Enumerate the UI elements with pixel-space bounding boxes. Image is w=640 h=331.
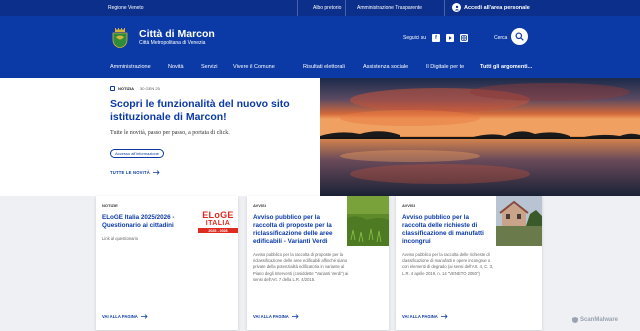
card-category: AVVISI [402,203,415,208]
card-body: Avviso pubblico per la raccolta di propo… [253,252,349,282]
card-more-label: VAI ALLA PAGINA [253,314,289,319]
search-button[interactable] [511,28,528,45]
coat-of-arms-icon[interactable] [112,28,128,49]
card-category: NOTIZIE [102,203,118,208]
eloge-logo-line3: 2025 - 2026 [198,228,238,233]
arrow-right-icon [153,170,160,175]
divider [297,0,298,16]
nav-item-amministrazione[interactable]: Amministrazione [110,64,151,70]
login-label: Accedi all'area personale [464,4,530,11]
card-body: Avviso pubblico per la raccolta delle ri… [402,252,494,276]
site-title[interactable]: Città di Marcon [139,28,215,40]
site-subtitle: Città Metropolitana di Venezia [139,40,206,46]
eloge-logo: ELoGE ITALIA 2025 - 2026 [198,210,238,233]
hero-meta: NOTIZIA 30 GEN 25 [110,86,160,91]
divider [444,0,445,16]
nav-item-vivere-il-comune[interactable]: Vivere il Comune [233,64,275,70]
eloge-logo-line1: ELoGE [202,210,234,220]
facebook-icon[interactable]: f [432,34,440,42]
news-card[interactable]: NOTIZIE ELoGE Italia 2025/2026 - Questio… [96,196,238,330]
all-news-link[interactable]: TUTTE LE NOVITÀ [110,170,160,175]
top-bar: Regione Veneto Albo pretorio Amministraz… [0,0,640,16]
nav-item-tutti-gli-argomenti[interactable]: Tutti gli argomenti... [480,64,532,70]
hero-description: Tutte le novità, passo per passo, a port… [110,130,230,136]
user-icon [452,3,461,12]
hero-type: NOTIZIA [118,86,134,91]
albo-pretorio-link[interactable]: Albo pretorio [313,5,341,11]
hero-section: NOTIZIA 30 GEN 25 Scopri le funzionalità… [0,78,640,196]
news-card[interactable]: AVVISI Avviso pubblico per la raccolta d… [396,196,542,330]
watermark: ScanMalware [572,317,618,323]
card-more-label: VAI ALLA PAGINA [102,314,138,319]
card-more-link[interactable]: VAI ALLA PAGINA [102,314,148,319]
hero-date: 30 GEN 25 [140,86,160,91]
arrow-right-icon [291,314,299,319]
nav-item-digitale-per-te[interactable]: Il Digitale per te [426,64,464,70]
calendar-icon [110,86,115,91]
all-news-label: TUTTE LE NOVITÀ [110,170,150,175]
youtube-icon[interactable] [446,34,454,42]
nav-item-novita[interactable]: Novità [168,64,184,70]
card-thumbnail [496,196,542,246]
card-thumbnail [347,196,389,246]
shield-icon [572,317,578,323]
card-title[interactable]: Avviso pubblico per la raccolta delle ri… [402,214,494,246]
eloge-logo-line2: ITALIA [205,220,231,227]
arrow-right-icon [140,314,148,319]
main-nav: Amministrazione Novità Servizi Vivere il… [0,62,640,74]
hero-image [320,78,640,196]
topic-chip[interactable]: Accesso all'informazione [110,149,164,158]
card-body: Link al questionario [102,236,139,241]
news-card[interactable]: AVVISI Avviso pubblico per la raccolta d… [247,196,389,330]
card-category: AVVISI [253,203,266,208]
card-more-link[interactable]: VAI ALLA PAGINA [402,314,448,319]
divider [345,0,346,16]
search-icon [515,32,524,41]
card-title[interactable]: ELoGE Italia 2025/2026 - Questionario ai… [102,214,192,230]
social-label: Seguici su [403,35,427,41]
search-label: Cerca [494,35,508,41]
nav-item-servizi[interactable]: Servizi [201,64,218,70]
amministrazione-trasparente-link[interactable]: Amministrazione Trasparente [357,5,422,11]
site-header: Città di Marcon Città Metropolitana di V… [0,16,640,78]
watermark-text: ScanMalware [580,317,619,323]
login-button[interactable]: Accedi all'area personale [452,3,530,12]
nav-item-risultati-elettorali[interactable]: Risultati elettorali [303,64,345,70]
card-title[interactable]: Avviso pubblico per la raccolta di propo… [253,214,345,246]
hero-title[interactable]: Scopri le funzionalità del nuovo sito is… [110,98,310,124]
instagram-icon[interactable] [460,34,468,42]
card-more-link[interactable]: VAI ALLA PAGINA [253,314,299,319]
region-link[interactable]: Regione Veneto [108,5,144,11]
arrow-right-icon [440,314,448,319]
card-more-label: VAI ALLA PAGINA [402,314,438,319]
nav-item-assistenza-sociale[interactable]: Assistenza sociale [363,64,408,70]
